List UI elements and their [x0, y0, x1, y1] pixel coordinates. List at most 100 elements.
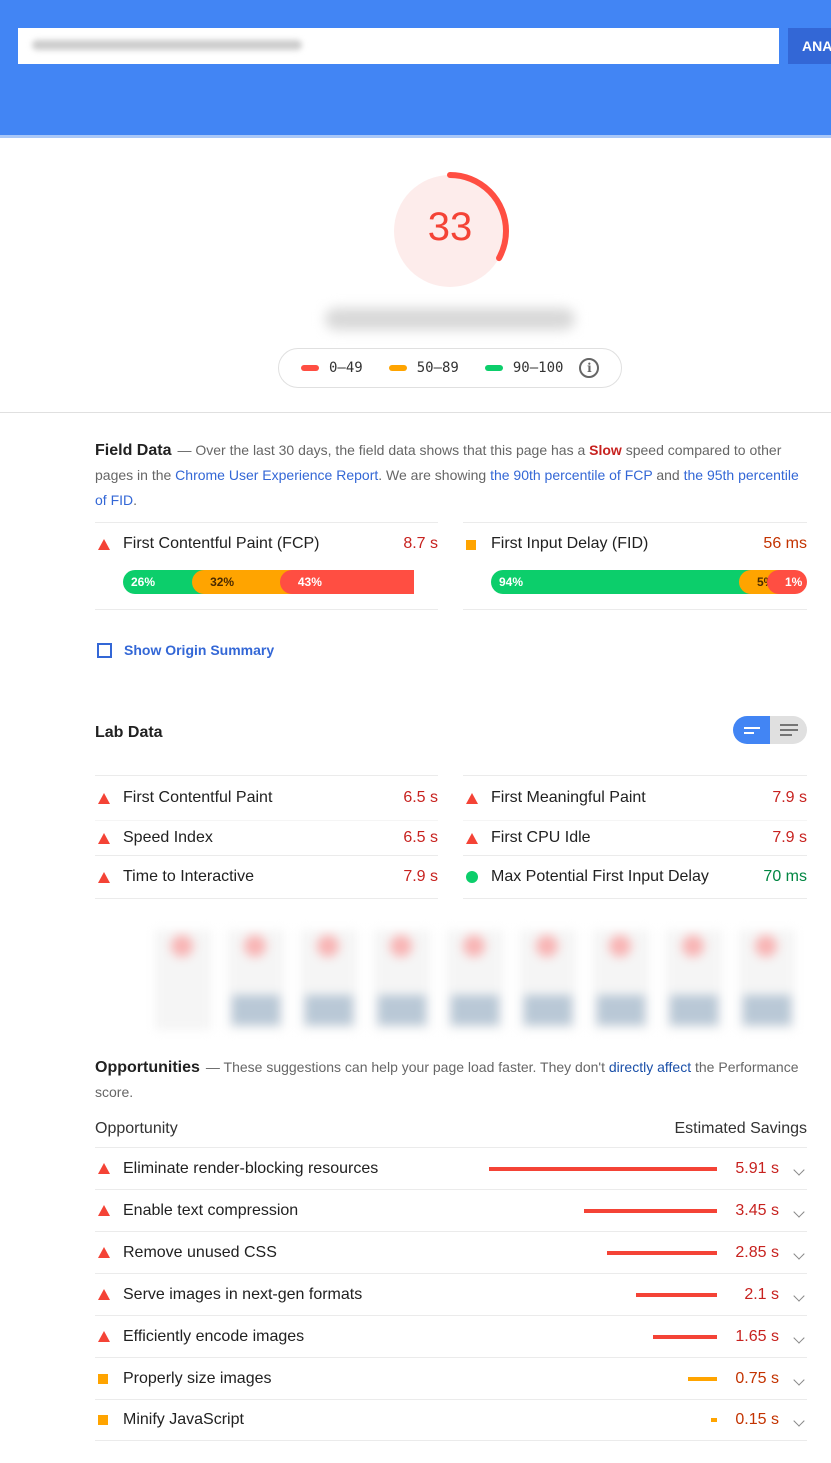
checkbox[interactable] — [97, 642, 112, 658]
checkbox-label[interactable]: Show Origin Summary — [124, 642, 274, 658]
opportunities-title: Opportunities — [95, 1059, 200, 1076]
lab-metrics-right: First Meaningful Paint 7.9 s First CPU Id… — [463, 775, 807, 899]
desc-text: and — [652, 467, 684, 483]
desc-text: — Over the last 30 days, the field data … — [177, 442, 590, 458]
savings-bar-track — [477, 1376, 717, 1381]
savings-bar-track — [477, 1334, 717, 1339]
fail-triangle-icon — [463, 832, 491, 844]
metric-label: Speed Index — [123, 829, 213, 846]
crux-link[interactable]: Chrome User Experience Report — [175, 467, 378, 483]
legend-item-average: 50–89 — [388, 360, 459, 376]
opportunity-row[interactable]: Serve images in next-gen formats 2.1 s — [95, 1273, 807, 1315]
savings-bar — [583, 1208, 717, 1213]
opportunities-description: Opportunities — These suggestions can hel… — [95, 1055, 807, 1105]
opportunity-label: Eliminate render-blocking resources — [123, 1159, 379, 1177]
fail-triangle-icon — [95, 1331, 123, 1342]
average-square-icon — [463, 535, 491, 550]
lab-metric-row: Speed Index 6.5 s — [95, 820, 438, 855]
show-origin-summary-toggle[interactable]: Show Origin Summary — [97, 642, 274, 658]
chevron-down-icon[interactable] — [793, 1247, 805, 1260]
metric-value: 70 ms — [763, 868, 807, 885]
fail-triangle-icon — [463, 792, 491, 804]
opportunity-row[interactable]: Efficiently encode images 1.65 s — [95, 1315, 807, 1357]
fail-triangle-icon — [95, 1247, 123, 1258]
pass-circle-icon — [463, 871, 491, 883]
savings-bar-track — [477, 1166, 717, 1171]
fcp-percentile-link[interactable]: the 90th percentile of FCP — [490, 467, 652, 483]
opportunity-label: Serve images in next-gen formats — [123, 1285, 363, 1303]
chevron-down-icon[interactable] — [793, 1205, 805, 1218]
field-metric-fcp: First Contentful Paint (FCP) 8.7 s 26% 32… — [95, 522, 438, 610]
field-metric-fid: First Input Delay (FID) 56 ms 94% 5% 1% — [463, 522, 807, 610]
savings-bar — [653, 1334, 717, 1339]
opportunity-label: Properly size images — [123, 1369, 272, 1387]
view-toggle[interactable] — [733, 716, 807, 744]
distribution-segment: 32% — [192, 570, 292, 594]
opportunities-list: Eliminate render-blocking resources 5.91 … — [95, 1147, 807, 1441]
chevron-down-icon[interactable] — [793, 1289, 805, 1302]
savings-bar — [688, 1376, 717, 1381]
field-metric-row: First Contentful Paint (FCP) 8.7 s 26% 32… — [95, 522, 438, 610]
metric-value: 7.9 s — [403, 868, 438, 885]
section-divider — [0, 412, 831, 413]
savings-value: 5.91 s — [735, 1159, 779, 1177]
lab-metric-row: First CPU Idle 7.9 s — [463, 820, 807, 855]
url-input[interactable] — [18, 28, 779, 64]
filmstrip-thumbnails-redacted — [150, 925, 810, 1035]
lab-data-title: Lab Data — [95, 724, 163, 741]
filmstrip-frame — [447, 930, 503, 1030]
legend-swatch-green — [484, 365, 503, 371]
metric-value: 56 ms — [763, 535, 807, 552]
legend-item-fail: 0–49 — [301, 360, 363, 376]
opportunity-row[interactable]: Remove unused CSS 2.85 s — [95, 1231, 807, 1273]
filmstrip-frame — [666, 930, 722, 1030]
legend-label: 50–89 — [416, 360, 459, 376]
metric-value: 7.9 s — [772, 829, 807, 846]
chevron-down-icon[interactable] — [793, 1163, 805, 1176]
desc-text: . — [133, 492, 138, 508]
legend-item-pass: 90–100 — [484, 360, 564, 376]
opportunity-row[interactable]: Enable text compression 3.45 s — [95, 1189, 807, 1231]
speed-label: Slow — [589, 442, 622, 458]
analyze-button[interactable]: ANALYZE — [788, 28, 831, 64]
savings-value: 2.1 s — [744, 1285, 779, 1303]
directly-affect-link[interactable]: directly affect — [609, 1059, 691, 1075]
legend-label: 90–100 — [512, 360, 564, 376]
expanded-view-button[interactable] — [770, 716, 807, 744]
metric-label: Max Potential First Input Delay — [491, 868, 709, 885]
metric-label: First Contentful Paint — [123, 789, 273, 806]
metric-label: Time to Interactive — [123, 868, 255, 885]
legend-swatch-red — [301, 365, 319, 371]
opportunity-row[interactable]: Minify JavaScript 0.15 s — [95, 1399, 807, 1441]
lab-metric-row: Time to Interactive 7.9 s — [95, 855, 438, 899]
fail-triangle-icon — [95, 1163, 123, 1174]
opportunities-table-header: Opportunity Estimated Savings — [95, 1120, 807, 1138]
average-square-icon — [95, 1415, 123, 1425]
compact-view-button[interactable] — [733, 716, 770, 744]
distribution-segment: 94% — [491, 570, 751, 594]
metric-value: 6.5 s — [403, 829, 438, 846]
chevron-down-icon[interactable] — [793, 1373, 805, 1386]
opportunity-label: Remove unused CSS — [123, 1243, 277, 1261]
savings-value: 0.75 s — [735, 1369, 779, 1387]
chevron-down-icon[interactable] — [793, 1415, 805, 1427]
opportunity-row[interactable]: Eliminate render-blocking resources 5.91 … — [95, 1147, 807, 1189]
fid-distribution-bar: 94% 5% 1% — [491, 570, 807, 594]
savings-bar — [607, 1250, 717, 1255]
fail-triangle-icon — [95, 1289, 123, 1300]
savings-value: 2.85 s — [735, 1243, 779, 1261]
field-data-title: Field Data — [95, 442, 172, 459]
distribution-segment: 43% — [279, 570, 414, 594]
column-header-opportunity: Opportunity — [95, 1120, 178, 1137]
info-icon[interactable]: i — [579, 358, 600, 378]
opportunity-row[interactable]: Properly size images 0.75 s — [95, 1357, 807, 1399]
metric-label: First Contentful Paint (FCP) — [123, 535, 320, 552]
desc-text: . We are showing — [378, 467, 491, 483]
fail-triangle-icon — [95, 1205, 123, 1216]
savings-bar — [636, 1292, 717, 1297]
savings-value: 3.45 s — [735, 1201, 779, 1219]
fail-triangle-icon — [95, 832, 123, 844]
chevron-down-icon[interactable] — [793, 1331, 805, 1344]
fcp-distribution-bar: 26% 32% 43% — [123, 570, 438, 594]
average-square-icon — [95, 1373, 123, 1384]
